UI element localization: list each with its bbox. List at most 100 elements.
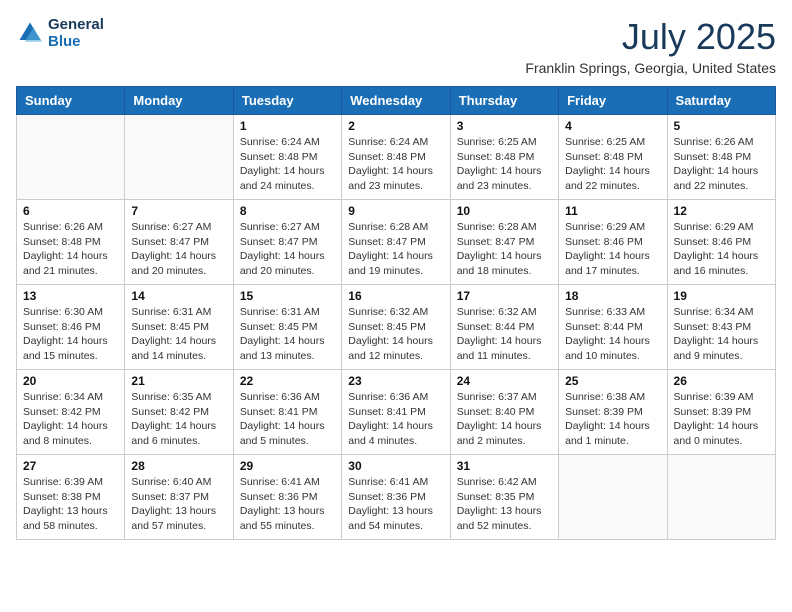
day-number: 30 [348, 459, 443, 473]
weekday-header-thursday: Thursday [450, 87, 558, 115]
calendar-cell: 9 Sunrise: 6:28 AM Sunset: 8:47 PM Daylig… [342, 200, 450, 285]
calendar-cell: 19 Sunrise: 6:34 AM Sunset: 8:43 PM Dayli… [667, 285, 775, 370]
day-info: Sunrise: 6:40 AM Sunset: 8:37 PM Dayligh… [131, 475, 226, 534]
day-number: 16 [348, 289, 443, 303]
weekday-header-saturday: Saturday [667, 87, 775, 115]
day-info: Sunrise: 6:28 AM Sunset: 8:47 PM Dayligh… [457, 220, 552, 279]
calendar-cell: 17 Sunrise: 6:32 AM Sunset: 8:44 PM Dayli… [450, 285, 558, 370]
calendar-cell: 10 Sunrise: 6:28 AM Sunset: 8:47 PM Dayli… [450, 200, 558, 285]
calendar-cell: 13 Sunrise: 6:30 AM Sunset: 8:46 PM Dayli… [17, 285, 125, 370]
weekday-header-wednesday: Wednesday [342, 87, 450, 115]
day-number: 17 [457, 289, 552, 303]
day-info: Sunrise: 6:30 AM Sunset: 8:46 PM Dayligh… [23, 305, 118, 364]
calendar-cell: 5 Sunrise: 6:26 AM Sunset: 8:48 PM Daylig… [667, 115, 775, 200]
day-number: 4 [565, 119, 660, 133]
day-info: Sunrise: 6:32 AM Sunset: 8:45 PM Dayligh… [348, 305, 443, 364]
calendar-cell: 16 Sunrise: 6:32 AM Sunset: 8:45 PM Dayli… [342, 285, 450, 370]
day-number: 31 [457, 459, 552, 473]
day-number: 19 [674, 289, 769, 303]
day-info: Sunrise: 6:32 AM Sunset: 8:44 PM Dayligh… [457, 305, 552, 364]
day-info: Sunrise: 6:31 AM Sunset: 8:45 PM Dayligh… [240, 305, 335, 364]
calendar-cell: 18 Sunrise: 6:33 AM Sunset: 8:44 PM Dayli… [559, 285, 667, 370]
day-info: Sunrise: 6:42 AM Sunset: 8:35 PM Dayligh… [457, 475, 552, 534]
weekday-header-tuesday: Tuesday [233, 87, 341, 115]
day-number: 22 [240, 374, 335, 388]
day-number: 12 [674, 204, 769, 218]
day-info: Sunrise: 6:34 AM Sunset: 8:43 PM Dayligh… [674, 305, 769, 364]
logo-icon [16, 19, 44, 47]
day-number: 26 [674, 374, 769, 388]
day-number: 27 [23, 459, 118, 473]
weekday-header-row: SundayMondayTuesdayWednesdayThursdayFrid… [17, 87, 776, 115]
day-number: 29 [240, 459, 335, 473]
day-info: Sunrise: 6:27 AM Sunset: 8:47 PM Dayligh… [131, 220, 226, 279]
day-info: Sunrise: 6:28 AM Sunset: 8:47 PM Dayligh… [348, 220, 443, 279]
day-info: Sunrise: 6:26 AM Sunset: 8:48 PM Dayligh… [674, 135, 769, 194]
day-info: Sunrise: 6:25 AM Sunset: 8:48 PM Dayligh… [457, 135, 552, 194]
day-info: Sunrise: 6:25 AM Sunset: 8:48 PM Dayligh… [565, 135, 660, 194]
calendar-cell: 15 Sunrise: 6:31 AM Sunset: 8:45 PM Dayli… [233, 285, 341, 370]
day-info: Sunrise: 6:31 AM Sunset: 8:45 PM Dayligh… [131, 305, 226, 364]
day-info: Sunrise: 6:39 AM Sunset: 8:38 PM Dayligh… [23, 475, 118, 534]
day-info: Sunrise: 6:41 AM Sunset: 8:36 PM Dayligh… [240, 475, 335, 534]
week-row-1: 1Sunrise: 6:24 AM Sunset: 8:48 PM Daylig… [17, 115, 776, 200]
day-number: 18 [565, 289, 660, 303]
day-info: Sunrise: 6:29 AM Sunset: 8:46 PM Dayligh… [674, 220, 769, 279]
week-row-3: 13 Sunrise: 6:30 AM Sunset: 8:46 PM Dayli… [17, 285, 776, 370]
day-number: 6 [23, 204, 118, 218]
calendar-cell: 23 Sunrise: 6:36 AM Sunset: 8:41 PM Dayli… [342, 370, 450, 455]
calendar-cell: 30 Sunrise: 6:41 AM Sunset: 8:36 PM Dayli… [342, 455, 450, 540]
day-number: 10 [457, 204, 552, 218]
calendar-cell [559, 455, 667, 540]
calendar-cell: 3 Sunrise: 6:25 AM Sunset: 8:48 PM Daylig… [450, 115, 558, 200]
calendar-cell: 12 Sunrise: 6:29 AM Sunset: 8:46 PM Dayli… [667, 200, 775, 285]
calendar-cell: 7 Sunrise: 6:27 AM Sunset: 8:47 PM Daylig… [125, 200, 233, 285]
day-info: Sunrise: 6:37 AM Sunset: 8:40 PM Dayligh… [457, 390, 552, 449]
calendar-cell: 11Sunrise: 6:29 AM Sunset: 8:46 PM Dayli… [559, 200, 667, 285]
day-info: Sunrise: 6:24 AM Sunset: 8:48 PM Dayligh… [348, 135, 443, 194]
logo-general: General [48, 16, 104, 33]
day-info: Sunrise: 6:36 AM Sunset: 8:41 PM Dayligh… [348, 390, 443, 449]
day-number: 21 [131, 374, 226, 388]
calendar-cell: 25 Sunrise: 6:38 AM Sunset: 8:39 PM Dayli… [559, 370, 667, 455]
day-number: 7 [131, 204, 226, 218]
weekday-header-sunday: Sunday [17, 87, 125, 115]
day-number: 15 [240, 289, 335, 303]
day-number: 8 [240, 204, 335, 218]
logo: General Blue [16, 16, 104, 50]
week-row-2: 6 Sunrise: 6:26 AM Sunset: 8:48 PM Daylig… [17, 200, 776, 285]
day-info: Sunrise: 6:41 AM Sunset: 8:36 PM Dayligh… [348, 475, 443, 534]
calendar-table: SundayMondayTuesdayWednesdayThursdayFrid… [16, 86, 776, 540]
day-number: 23 [348, 374, 443, 388]
day-number: 20 [23, 374, 118, 388]
day-number: 28 [131, 459, 226, 473]
day-number: 2 [348, 119, 443, 133]
day-info: Sunrise: 6:34 AM Sunset: 8:42 PM Dayligh… [23, 390, 118, 449]
day-info: Sunrise: 6:36 AM Sunset: 8:41 PM Dayligh… [240, 390, 335, 449]
week-row-5: 27 Sunrise: 6:39 AM Sunset: 8:38 PM Dayli… [17, 455, 776, 540]
calendar-cell: 4 Sunrise: 6:25 AM Sunset: 8:48 PM Daylig… [559, 115, 667, 200]
day-info: Sunrise: 6:26 AM Sunset: 8:48 PM Dayligh… [23, 220, 118, 279]
calendar-cell: 20 Sunrise: 6:34 AM Sunset: 8:42 PM Dayli… [17, 370, 125, 455]
location: Franklin Springs, Georgia, United States [525, 60, 776, 76]
day-number: 9 [348, 204, 443, 218]
day-info: Sunrise: 6:24 AM Sunset: 8:48 PM Dayligh… [240, 135, 335, 194]
day-info: Sunrise: 6:27 AM Sunset: 8:47 PM Dayligh… [240, 220, 335, 279]
day-number: 24 [457, 374, 552, 388]
weekday-header-friday: Friday [559, 87, 667, 115]
calendar-cell: 2 Sunrise: 6:24 AM Sunset: 8:48 PM Daylig… [342, 115, 450, 200]
calendar-cell: 28 Sunrise: 6:40 AM Sunset: 8:37 PM Dayli… [125, 455, 233, 540]
day-info: Sunrise: 6:33 AM Sunset: 8:44 PM Dayligh… [565, 305, 660, 364]
day-number: 3 [457, 119, 552, 133]
day-number: 5 [674, 119, 769, 133]
day-number: 25 [565, 374, 660, 388]
day-number: 13 [23, 289, 118, 303]
day-info: Sunrise: 6:38 AM Sunset: 8:39 PM Dayligh… [565, 390, 660, 449]
calendar-cell [667, 455, 775, 540]
logo-blue: Blue [48, 33, 104, 50]
calendar-cell: 24 Sunrise: 6:37 AM Sunset: 8:40 PM Dayli… [450, 370, 558, 455]
day-info: Sunrise: 6:29 AM Sunset: 8:46 PM Dayligh… [565, 220, 660, 279]
day-info: Sunrise: 6:35 AM Sunset: 8:42 PM Dayligh… [131, 390, 226, 449]
page-header: General Blue July 2025 Franklin Springs,… [16, 16, 776, 76]
calendar-cell: 14Sunrise: 6:31 AM Sunset: 8:45 PM Dayli… [125, 285, 233, 370]
